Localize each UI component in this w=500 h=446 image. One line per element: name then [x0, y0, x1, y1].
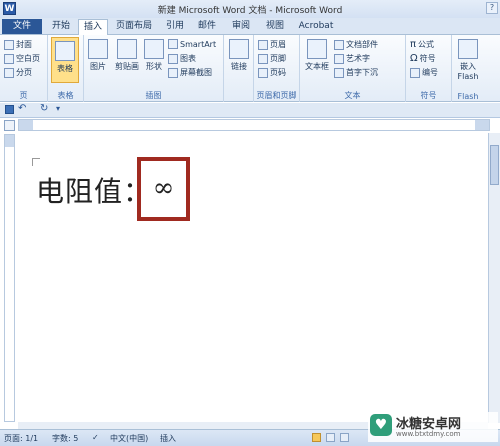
omega-icon: Ω — [410, 53, 418, 64]
footer-button[interactable]: 页脚 — [258, 53, 286, 64]
screenshot-button[interactable]: 屏幕截图 — [168, 67, 212, 78]
group-label: 页眉和页脚 — [256, 91, 297, 100]
numbering-icon — [410, 67, 420, 78]
group-tables: 表格 表格 — [48, 35, 84, 102]
word-count[interactable]: 字数: 5 — [52, 433, 78, 444]
highlight-box: ∞ — [137, 157, 190, 221]
quick-parts-button[interactable]: 文档部件 — [334, 39, 378, 50]
smartart-icon — [168, 39, 178, 49]
links-button[interactable]: 链接 — [227, 39, 251, 72]
page-number-icon — [258, 67, 268, 78]
vertical-ruler[interactable] — [4, 134, 15, 422]
group-label: 插图 — [145, 91, 162, 100]
infinity-symbol[interactable]: ∞ — [141, 173, 186, 203]
group-links: 链接 — [224, 35, 254, 102]
tab-view[interactable]: 视图 — [262, 19, 288, 35]
tab-page-layout[interactable]: 页面布局 — [112, 19, 156, 35]
textbox-icon — [307, 39, 327, 59]
ruler-tab-selector[interactable] — [4, 120, 15, 131]
tab-file[interactable]: 文件 — [2, 19, 42, 34]
header-icon — [258, 39, 268, 50]
proofing-icon[interactable]: ✓ — [92, 433, 99, 442]
group-flash: 嵌入 Flash Flash — [452, 35, 484, 102]
links-icon — [229, 39, 249, 59]
group-label: Flash — [457, 92, 479, 101]
group-symbols: π 公式 Ω 符号 编号 符号 — [406, 35, 452, 102]
document-text[interactable]: 电阻值： — [36, 170, 152, 210]
symbol-button[interactable]: Ω 符号 — [410, 53, 436, 64]
drop-cap-icon — [334, 67, 344, 78]
screenshot-icon — [168, 67, 178, 78]
print-layout-icon[interactable] — [312, 433, 321, 442]
tab-insert[interactable]: 插入 — [78, 19, 108, 35]
window-title: 新建 Microsoft Word 文档 - Microsoft Word — [157, 6, 343, 16]
group-label: 表格 — [57, 91, 74, 100]
scroll-thumb[interactable] — [490, 145, 499, 185]
save-icon[interactable] — [5, 105, 14, 114]
table-button[interactable]: 表格 — [51, 37, 79, 83]
clipart-icon — [117, 39, 137, 59]
tab-references[interactable]: 引用 — [162, 19, 188, 35]
tab-mailings[interactable]: 邮件 — [194, 19, 220, 35]
margin-corner-mark — [32, 158, 40, 166]
equation-button[interactable]: π 公式 — [410, 39, 434, 50]
page-break-icon — [4, 67, 14, 78]
document-page[interactable]: 电阻值： — [18, 133, 488, 423]
picture-button[interactable]: 图片 — [86, 39, 110, 72]
embed-flash-button[interactable]: 嵌入 Flash — [454, 39, 482, 81]
vertical-scrollbar[interactable] — [488, 133, 500, 423]
quick-access-toolbar: ↶ ↻ ▾ — [0, 103, 500, 118]
pi-icon: π — [410, 39, 417, 50]
cover-page-icon — [4, 39, 14, 50]
group-pages: 封面 空白页 分页 页 — [0, 35, 48, 102]
ribbon-tabs: 文件 开始 插入 页面布局 引用 邮件 审阅 视图 Acrobat — [0, 18, 500, 35]
language-indicator[interactable]: 中文(中国) — [110, 433, 148, 444]
table-icon — [55, 41, 75, 61]
chart-button[interactable]: 图表 — [168, 53, 196, 64]
smartart-button[interactable]: SmartArt — [168, 39, 216, 49]
help-icon[interactable]: ? — [486, 2, 498, 14]
picture-icon — [88, 39, 108, 59]
numbering-button[interactable]: 编号 — [410, 67, 438, 78]
header-button[interactable]: 页眉 — [258, 39, 286, 50]
customize-qat-icon[interactable]: ▾ — [56, 104, 60, 113]
page-break-button[interactable]: 分页 — [4, 67, 32, 78]
chart-icon — [168, 53, 178, 64]
web-layout-icon[interactable] — [340, 433, 349, 442]
wordart-icon — [334, 53, 344, 64]
blank-page-button[interactable]: 空白页 — [4, 53, 40, 64]
shapes-icon — [144, 39, 164, 59]
redo-icon[interactable]: ↻ — [40, 103, 48, 114]
watermark-logo: ♥ — [370, 414, 392, 436]
clipart-button[interactable]: 剪贴画 — [112, 39, 142, 72]
textbox-button[interactable]: 文本框 — [302, 39, 332, 72]
group-label: 文本 — [344, 91, 361, 100]
page-indicator[interactable]: 页面: 1/1 — [4, 433, 38, 444]
drop-cap-button[interactable]: 首字下沉 — [334, 67, 378, 78]
group-label: 符号 — [420, 91, 437, 100]
tab-review[interactable]: 审阅 — [228, 19, 254, 35]
ribbon: 封面 空白页 分页 页 表格 表格 图片 剪贴画 形状 SmartArt 图表 … — [0, 35, 500, 102]
horizontal-ruler[interactable] — [18, 119, 490, 131]
quick-parts-icon — [334, 39, 344, 50]
cover-page-button[interactable]: 封面 — [4, 39, 32, 50]
title-bar: W 新建 Microsoft Word 文档 - Microsoft Word … — [0, 0, 500, 18]
page-number-button[interactable]: 页码 — [258, 67, 286, 78]
tab-home[interactable]: 开始 — [48, 19, 74, 35]
group-header-footer: 页眉 页脚 页码 页眉和页脚 — [254, 35, 300, 102]
undo-icon[interactable]: ↶ — [18, 103, 26, 114]
watermark-url: www.btxtdmy.com — [396, 430, 461, 438]
tab-acrobat[interactable]: Acrobat — [296, 19, 336, 35]
watermark: ♥ 冰糖安卓网 www.btxtdmy.com — [368, 412, 498, 442]
flash-icon — [458, 39, 478, 59]
group-illustrations: 图片 剪贴画 形状 SmartArt 图表 屏幕截图 插图 — [84, 35, 224, 102]
wordart-button[interactable]: 艺术字 — [334, 53, 370, 64]
group-label: 页 — [19, 91, 28, 100]
full-screen-icon[interactable] — [326, 433, 335, 442]
shapes-button[interactable]: 形状 — [142, 39, 166, 72]
insert-mode[interactable]: 插入 — [160, 433, 176, 444]
group-text: 文本框 文档部件 艺术字 首字下沉 文本 — [300, 35, 406, 102]
footer-icon — [258, 53, 268, 64]
blank-page-icon — [4, 53, 14, 64]
